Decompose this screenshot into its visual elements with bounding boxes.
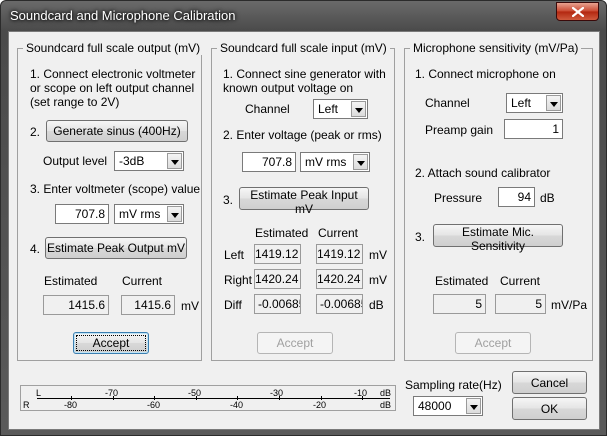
output-estimated-label: Estimated	[44, 274, 98, 288]
mic-current-value: 5	[495, 294, 546, 314]
input-left-current: 1419.12	[316, 244, 363, 264]
generate-sinus-button[interactable]: Generate sinus (400Hz)	[46, 120, 188, 142]
voltmeter-unit-select[interactable]: mV rms	[114, 204, 184, 224]
input-right-current: 1420.24	[316, 269, 363, 289]
meter-right-channel-label: R	[23, 400, 30, 410]
input-diff-estimated: -0.00685	[254, 294, 301, 314]
input-current-label: Current	[318, 226, 359, 240]
mic-step1-label: 1. Connect microphone on	[415, 67, 556, 81]
input-calibration-group: Soundcard full scale input (mV) 1. Conne…	[211, 41, 395, 361]
input-step1-line1: 1. Connect sine generator with	[223, 67, 386, 81]
estimate-peak-output-button[interactable]: Estimate Peak Output mV	[45, 237, 187, 259]
input-estimated-label: Estimated	[255, 226, 309, 240]
pressure-label: Pressure	[434, 191, 483, 205]
meter-top-label: -50	[188, 388, 202, 398]
mic-step3-number: 3.	[415, 230, 426, 244]
output-step1-line1: 1. Connect electronic voltmeter	[30, 67, 196, 81]
chevron-down-icon	[167, 153, 182, 169]
output-level-label: Output level	[43, 154, 108, 168]
meter-top-label: -70	[105, 388, 119, 398]
preamp-gain-label: Preamp gain	[425, 123, 494, 137]
mic-current-label: Current	[500, 274, 541, 288]
output-step4-number: 4.	[30, 242, 41, 256]
output-group-title: Soundcard full scale output (mV)	[23, 41, 204, 55]
chevron-down-icon	[167, 206, 182, 222]
input-left-estimated: 1419.12	[254, 244, 301, 264]
input-diff-label: Diff	[224, 298, 242, 312]
meter-bottom-label: -40	[230, 400, 244, 410]
chevron-down-icon	[546, 95, 561, 111]
meter-tick	[196, 396, 197, 400]
mic-estimated-value: 5	[433, 294, 486, 314]
chevron-down-icon	[466, 398, 481, 414]
preamp-gain-input[interactable]: 1	[504, 119, 563, 139]
output-current-label: Current	[122, 274, 163, 288]
close-button[interactable]	[556, 2, 599, 21]
ok-button[interactable]: OK	[512, 397, 587, 420]
pressure-input[interactable]: 94	[498, 187, 535, 207]
input-step1-line2: known output voltage on	[223, 81, 354, 95]
mic-unit-label: mV/Pa	[551, 298, 588, 312]
input-channel-select[interactable]: Left	[313, 99, 368, 119]
level-meter: L -70 -50 -30 -10 dB R -80 -60 -40 -20 d…	[20, 385, 396, 411]
input-diff-current: -0.00685	[316, 294, 363, 314]
output-calibration-group: Soundcard full scale output (mV) 1. Conn…	[17, 41, 204, 361]
input-left-label: Left	[224, 248, 245, 262]
output-step1-line2: or scope on left output channel	[30, 81, 195, 95]
output-step1-line3: (set range to 2V)	[30, 95, 120, 109]
meter-tick	[362, 396, 363, 400]
dialog-client-area: Soundcard full scale output (mV) 1. Conn…	[8, 31, 600, 430]
estimate-mic-sensitivity-button[interactable]: Estimate Mic. Sensitivity	[433, 224, 563, 253]
meter-bottom-label: -80	[64, 400, 78, 410]
meter-left-channel-label: L	[36, 388, 42, 398]
meter-tick	[279, 396, 280, 400]
input-right-label: Right	[224, 273, 253, 287]
mic-channel-select[interactable]: Left	[506, 93, 563, 113]
meter-top-label: -10	[354, 388, 368, 398]
output-step2-number: 2.	[30, 125, 41, 139]
meter-bottom-label: -20	[313, 400, 327, 410]
close-icon	[572, 7, 584, 17]
mic-channel-label: Channel	[425, 96, 470, 110]
chevron-down-icon	[353, 154, 368, 170]
sampling-rate-select[interactable]: 48000	[413, 396, 483, 416]
calibration-window: Soundcard and Microphone Calibration Sou…	[0, 0, 607, 436]
mic-estimated-label: Estimated	[435, 274, 489, 288]
mic-accept-button[interactable]: Accept	[455, 332, 531, 354]
meter-tick	[113, 396, 114, 400]
meter-bottom-unit: dB	[380, 400, 392, 410]
title-bar[interactable]: Soundcard and Microphone Calibration	[1, 1, 606, 31]
output-accept-button[interactable]: Accept	[73, 332, 149, 354]
input-group-title: Soundcard full scale input (mV)	[217, 41, 390, 55]
voltmeter-value-input[interactable]: 707.8	[55, 204, 109, 224]
input-right-unit: mV	[369, 273, 387, 287]
chevron-down-icon	[351, 101, 366, 117]
mic-group-title: Microphone sensitivity (mV/Pa)	[410, 41, 582, 55]
input-voltage-input[interactable]: 707.8	[242, 152, 296, 172]
output-current-value: 1415.6	[121, 295, 175, 315]
input-channel-label: Channel	[245, 102, 290, 116]
input-step3-number: 3.	[223, 193, 234, 207]
output-step3-label: 3. Enter voltmeter (scope) value	[30, 182, 201, 196]
input-step2-label: 2. Enter voltage (peak or rms)	[223, 128, 382, 142]
input-voltage-unit-select[interactable]: mV rms	[300, 152, 370, 172]
input-diff-unit: dB	[369, 298, 384, 312]
output-estimated-value: 1415.6	[43, 295, 109, 315]
input-accept-button[interactable]: Accept	[257, 332, 333, 354]
cancel-button[interactable]: Cancel	[512, 371, 587, 394]
output-level-select[interactable]: -3dB	[114, 151, 184, 171]
mic-step2-label: 2. Attach sound calibrator	[415, 166, 551, 180]
meter-top-unit: dB	[380, 388, 392, 398]
output-unit-label: mV	[181, 299, 199, 313]
window-title: Soundcard and Microphone Calibration	[10, 8, 236, 23]
input-left-unit: mV	[369, 248, 387, 262]
mic-sensitivity-group: Microphone sensitivity (mV/Pa) 1. Connec…	[404, 41, 593, 361]
meter-bottom-label: -60	[147, 400, 161, 410]
pressure-unit: dB	[540, 191, 555, 205]
meter-top-label: -30	[270, 388, 284, 398]
meter-scale-line	[37, 398, 390, 399]
sampling-rate-label: Sampling rate(Hz)	[405, 378, 502, 392]
input-right-estimated: 1420.24	[254, 269, 301, 289]
estimate-peak-input-button[interactable]: Estimate Peak Input mV	[239, 187, 369, 216]
